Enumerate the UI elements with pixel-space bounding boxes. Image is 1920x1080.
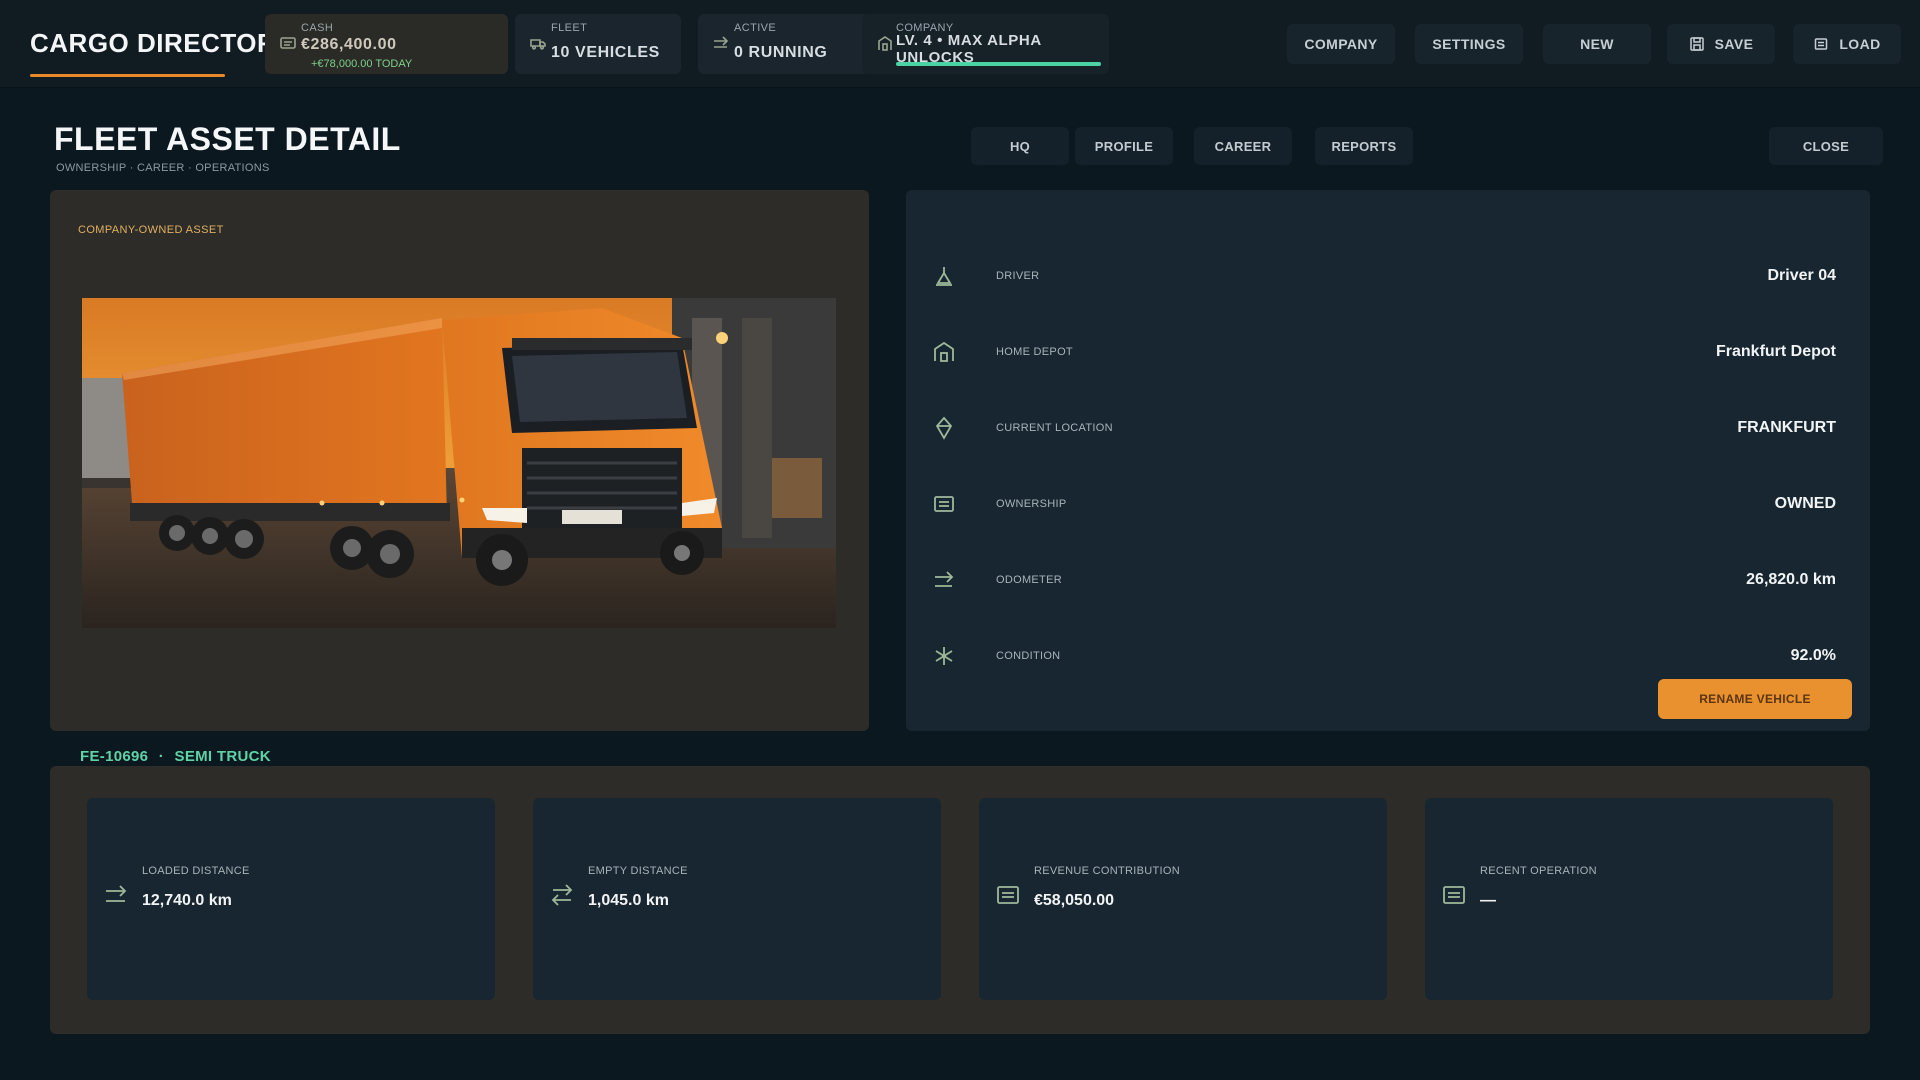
arrow-right-icon: [714, 36, 729, 48]
detail-value: Driver 04: [1767, 267, 1837, 284]
tab-career[interactable]: CAREER: [1194, 127, 1292, 165]
company-button[interactable]: COMPANY: [1287, 24, 1395, 64]
metric-value: 1,045.0 km: [588, 892, 669, 909]
metric-value: €58,050.00: [1034, 892, 1115, 909]
detail-label: CONDITION: [996, 650, 1061, 662]
detail-value: FRANKFURT: [1737, 419, 1836, 436]
document-icon: [997, 886, 1019, 904]
cash-value: €286,400.00: [301, 36, 397, 53]
tab-profile[interactable]: PROFILE: [1075, 127, 1173, 165]
driver-icon: [936, 267, 952, 286]
detail-row-driver: DRIVER Driver 04: [906, 254, 1870, 298]
settings-button[interactable]: SETTINGS: [1415, 24, 1523, 64]
truck-image: [82, 298, 836, 628]
floppy-disk-icon: [1689, 37, 1704, 51]
fleet-value: 10 VEHICLES: [551, 44, 660, 61]
asset-ownership-tag: COMPANY-OWNED ASSET: [78, 224, 224, 236]
metric-card-empty-distance: EMPTY DISTANCE 1,045.0 km: [533, 798, 941, 1000]
save-button-label: SAVE: [1714, 36, 1754, 52]
depot-icon: [934, 341, 954, 362]
detail-value: OWNED: [1774, 495, 1836, 512]
detail-value: 26,820.0 km: [1746, 571, 1836, 588]
metric-value: 12,740.0 km: [142, 892, 232, 909]
vehicle-id: FE-10696: [80, 748, 149, 765]
load-button[interactable]: LOAD: [1793, 24, 1901, 64]
document-icon: [1443, 886, 1465, 904]
metric-card-loaded-distance: LOADED DISTANCE 12,740.0 km: [87, 798, 495, 1000]
document-icon: [934, 496, 954, 512]
detail-value: 92.0%: [1790, 647, 1836, 664]
cash-delta: +€78,000.00 TODAY: [311, 58, 413, 70]
detail-label: DRIVER: [996, 270, 1040, 282]
new-button[interactable]: NEW: [1543, 24, 1651, 64]
company-stat: COMPANY LV. 4 • MAX ALPHA UNLOCKS: [862, 14, 1109, 74]
truck-icon: [530, 39, 546, 50]
wrench-cross-icon: [935, 647, 953, 665]
top-bar: CARGO DIRECTORATE CASH €286,400.00 +€78,…: [0, 0, 1920, 88]
page-subtitle: OWNERSHIP · CAREER · OPERATIONS: [56, 162, 270, 174]
swap-arrows-icon: [551, 884, 573, 906]
active-label: ACTIVE: [734, 22, 777, 34]
page-title: FLEET ASSET DETAIL: [54, 121, 401, 157]
company-level-progress-fill: [896, 62, 1101, 66]
document-icon: [1815, 38, 1828, 50]
detail-value: Frankfurt Depot: [1716, 343, 1836, 360]
metric-card-revenue-contribution: REVENUE CONTRIBUTION €58,050.00: [979, 798, 1387, 1000]
metric-label: LOADED DISTANCE: [142, 865, 250, 877]
detail-label: CURRENT LOCATION: [996, 422, 1113, 434]
fleet-label: FLEET: [551, 22, 588, 34]
close-button[interactable]: CLOSE: [1769, 127, 1883, 165]
wallet-icon: [280, 37, 296, 49]
asset-details-panel: DRIVER Driver 04 HOME DEPOT Frankfurt De…: [906, 190, 1870, 731]
active-value: 0 RUNNING: [734, 44, 828, 61]
vehicle-type: SEMI TRUCK: [174, 748, 271, 765]
detail-label: OWNERSHIP: [996, 498, 1067, 510]
detail-row-ownership: OWNERSHIP OWNED: [906, 482, 1870, 526]
detail-row-odometer: ODOMETER 26,820.0 km: [906, 558, 1870, 602]
arrow-right-icon: [106, 885, 127, 902]
load-button-label: LOAD: [1839, 36, 1881, 52]
company-level-progress: [896, 62, 1101, 66]
metric-card-recent-operation: RECENT OPERATION —: [1425, 798, 1833, 1000]
detail-row-current-location: CURRENT LOCATION FRANKFURT: [906, 406, 1870, 450]
detail-label: ODOMETER: [996, 574, 1062, 586]
rename-vehicle-button[interactable]: RENAME VEHICLE: [1658, 679, 1852, 719]
metric-label: EMPTY DISTANCE: [588, 865, 688, 877]
app-title: CARGO DIRECTORATE: [30, 28, 265, 58]
metric-label: REVENUE CONTRIBUTION: [1034, 865, 1180, 877]
detail-row-home-depot: HOME DEPOT Frankfurt Depot: [906, 330, 1870, 374]
tab-hq[interactable]: HQ: [971, 127, 1069, 165]
detail-label: HOME DEPOT: [996, 346, 1073, 358]
cash-stat: CASH €286,400.00 +€78,000.00 TODAY: [265, 14, 508, 74]
vehicle-id-separator: ·: [158, 748, 165, 765]
detail-row-condition: CONDITION 92.0%: [906, 634, 1870, 678]
cash-label: CASH: [301, 22, 334, 34]
company-value: LV. 4 • MAX ALPHA UNLOCKS: [896, 32, 1042, 66]
metric-value: —: [1480, 892, 1496, 909]
building-icon: [878, 36, 892, 51]
metric-label: RECENT OPERATION: [1480, 865, 1597, 877]
arrow-right-icon: [935, 571, 954, 587]
asset-image-panel: COMPANY-OWNED ASSET: [50, 190, 869, 731]
fleet-stat: FLEET 10 VEHICLES: [515, 14, 681, 74]
operations-metrics-panel: LOADED DISTANCE 12,740.0 km EMPTY DISTAN…: [50, 766, 1870, 1034]
vehicle-identifier: FE-10696 · SEMI TRUCK: [80, 748, 271, 765]
location-pin-icon: [935, 416, 953, 440]
tab-reports[interactable]: REPORTS: [1315, 127, 1413, 165]
active-stat: ACTIVE 0 RUNNING: [698, 14, 868, 74]
save-button[interactable]: SAVE: [1667, 24, 1775, 64]
app-title-underline: [30, 74, 225, 77]
